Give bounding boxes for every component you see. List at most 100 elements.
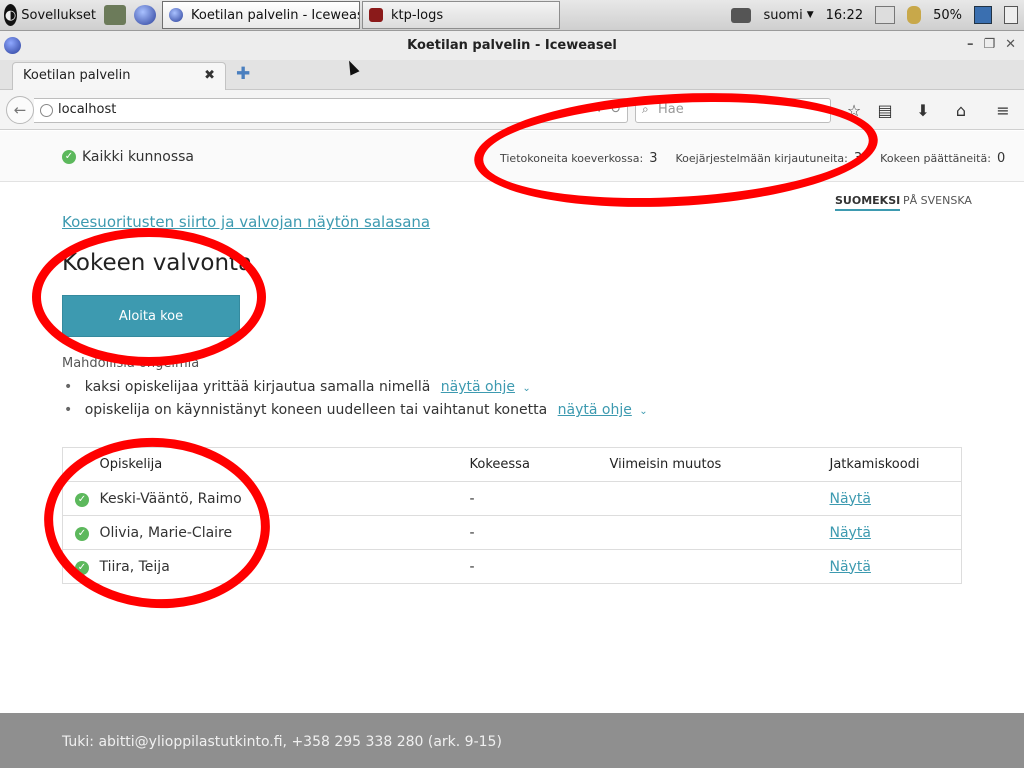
close-icon[interactable]: ✕ xyxy=(1005,37,1016,52)
student-name: Keski-Vääntö, Raimo xyxy=(99,481,470,516)
tab-bar: Koetilan palvelin ✖ xyxy=(0,60,1024,91)
page-title: Kokeen valvonta xyxy=(62,250,253,276)
tab-label: Koetilan palvelin xyxy=(23,68,131,83)
minimize-icon[interactable]: – xyxy=(967,37,974,52)
check-circle-icon: ✓ xyxy=(75,561,89,575)
applications-menu-label: Sovellukset xyxy=(21,7,96,23)
terminal-icon xyxy=(369,8,383,22)
new-tab-icon[interactable]: ✚ xyxy=(236,66,250,83)
show-help-link[interactable]: näytä ohje xyxy=(558,402,632,418)
problem-item: • opiskelija on käynnistänyt koneen uude… xyxy=(64,402,648,418)
stat-label: Koejärjestelmään kirjautuneita: xyxy=(675,152,848,165)
footer: Tuki: abitti@ylioppilastutkinto.fi, +358… xyxy=(0,713,1024,768)
resume-code-cell: Näytä xyxy=(829,515,962,550)
keyboard-layout-selector[interactable]: suomi ▼ xyxy=(757,0,819,31)
window-title: Koetilan palvelin - Iceweasel xyxy=(407,38,617,53)
screenshot-icon[interactable] xyxy=(725,0,757,31)
resume-code-cell: Näytä xyxy=(829,481,962,516)
arrow-left-icon: ← xyxy=(13,101,27,119)
browser-launcher-icon[interactable] xyxy=(134,5,156,25)
navigation-bar: localhost ▼ ↻ ← ⌕ Hae ☆ ▤ ⬇ ⌂ ≡ xyxy=(0,90,1024,130)
transfer-and-password-link[interactable]: Koesuoritusten siirto ja valvojan näytön… xyxy=(62,213,430,231)
problem-text: opiskelija on käynnistänyt koneen uudell… xyxy=(84,402,548,418)
debian-logo-icon: ◐ xyxy=(4,4,18,26)
lock-screen-icon[interactable] xyxy=(968,0,998,31)
status-bar: ✓ Kaikki kunnossa Tietokoneita koeverkos… xyxy=(0,131,1024,182)
check-circle-icon: ✓ xyxy=(75,527,89,541)
show-code-link[interactable]: Näytä xyxy=(830,491,871,507)
bookmark-star-icon[interactable]: ☆ xyxy=(842,99,866,121)
stat-value: 3 xyxy=(649,151,658,166)
students-table: Opiskelija Kokeessa Viimeisin muutos Jat… xyxy=(62,447,962,584)
reload-icon[interactable]: ↻ xyxy=(610,102,621,117)
taskbar-window-label: Koetilan palvelin - Iceweasel xyxy=(191,7,360,23)
problem-text: kaksi opiskelijaa yrittää kirjautua sama… xyxy=(84,379,431,395)
column-header-student: Opiskelija xyxy=(99,447,470,482)
show-help-link[interactable]: näytä ohje xyxy=(441,379,515,395)
problems-heading: Mahdollisia ongelmia xyxy=(62,356,200,371)
table-row: ✓ Olivia, Marie-Claire - Näytä xyxy=(62,515,962,550)
applications-menu[interactable]: ◐ Sovellukset xyxy=(0,2,100,29)
url-text: localhost xyxy=(58,102,117,117)
reading-list-icon[interactable]: ▤ xyxy=(873,99,897,121)
last-change-value xyxy=(609,481,830,516)
stat-computers: Tietokoneita koeverkossa: 3 xyxy=(500,151,657,166)
stat-value: 0 xyxy=(996,151,1006,166)
bullet: • xyxy=(64,379,73,395)
resume-code-cell: Näytä xyxy=(829,549,962,584)
network-stats: Tietokoneita koeverkossa: 3 Koejärjestelm… xyxy=(500,151,1023,166)
clock[interactable]: 16:22 xyxy=(820,0,869,31)
window-titlebar: Koetilan palvelin - Iceweasel – ❐ ✕ xyxy=(0,31,1024,60)
table-header: Opiskelija Kokeessa Viimeisin muutos Jat… xyxy=(62,447,962,482)
storage-icon[interactable] xyxy=(901,0,927,31)
column-header-resume-code: Jatkamiskoodi xyxy=(829,447,962,482)
check-circle-icon: ✓ xyxy=(75,493,89,507)
chevron-down-icon[interactable]: ⌄ xyxy=(522,383,530,394)
taskbar-window-logs[interactable]: ktp-logs xyxy=(362,1,560,29)
start-exam-button[interactable]: Aloita koe xyxy=(62,295,240,337)
window-controls: – ❐ ✕ xyxy=(967,37,1016,52)
search-icon: ⌕ xyxy=(642,102,649,116)
keyboard-layout-label: suomi xyxy=(763,7,803,23)
search-input[interactable]: ⌕ Hae xyxy=(635,98,831,123)
tab-koetilan-palvelin[interactable]: Koetilan palvelin ✖ xyxy=(12,62,226,91)
back-button[interactable]: ← xyxy=(6,96,34,124)
problem-item: • kaksi opiskelijaa yrittää kirjautua sa… xyxy=(64,379,531,395)
tab-close-icon[interactable]: ✖ xyxy=(204,68,215,83)
status-column-header xyxy=(62,447,100,482)
language-swedish[interactable]: PÅ SVENSKA xyxy=(903,194,972,207)
network-icon[interactable] xyxy=(869,0,901,31)
stat-logged-in: Koejärjestelmään kirjautuneita: 3 xyxy=(675,151,862,166)
downloads-icon[interactable]: ⬇ xyxy=(911,99,935,121)
url-history-dropdown-icon[interactable]: ▼ xyxy=(595,103,603,114)
stat-finished: Kokeen päättäneitä: 0 xyxy=(880,151,1005,166)
battery-level[interactable]: 50% xyxy=(927,0,968,31)
check-circle-icon: ✓ xyxy=(62,150,76,164)
stat-value: 3 xyxy=(853,151,863,166)
row-status: ✓ xyxy=(62,515,100,550)
maximize-icon[interactable]: ❐ xyxy=(983,37,995,52)
power-icon[interactable] xyxy=(998,0,1024,31)
language-finnish[interactable]: SUOMEKSI xyxy=(835,194,901,211)
bullet: • xyxy=(64,402,73,418)
chevron-down-icon[interactable]: ⌄ xyxy=(639,406,647,417)
last-change-value xyxy=(609,549,830,584)
url-bar[interactable]: localhost ▼ ↻ xyxy=(34,98,628,123)
menu-hamburger-icon[interactable]: ≡ xyxy=(991,99,1015,121)
home-icon[interactable]: ⌂ xyxy=(949,99,973,121)
status-ok: ✓ Kaikki kunnossa xyxy=(62,149,194,165)
table-row: ✓ Keski-Vääntö, Raimo - Näytä xyxy=(62,481,962,516)
show-code-link[interactable]: Näytä xyxy=(830,525,871,541)
show-code-link[interactable]: Näytä xyxy=(830,559,871,575)
file-manager-icon[interactable] xyxy=(104,5,126,25)
chevron-down-icon: ▼ xyxy=(806,10,814,20)
taskbar-window-browser[interactable]: Koetilan palvelin - Iceweasel xyxy=(162,1,360,29)
in-exam-value: - xyxy=(469,549,610,584)
stat-label: Tietokoneita koeverkossa: xyxy=(500,152,644,165)
in-exam-value: - xyxy=(469,481,610,516)
last-change-value xyxy=(609,515,830,550)
iceweasel-icon xyxy=(169,8,183,22)
stat-label: Kokeen päättäneitä: xyxy=(880,152,991,165)
system-tray: suomi ▼ 16:22 50% xyxy=(725,0,1024,31)
globe-icon xyxy=(40,104,53,117)
